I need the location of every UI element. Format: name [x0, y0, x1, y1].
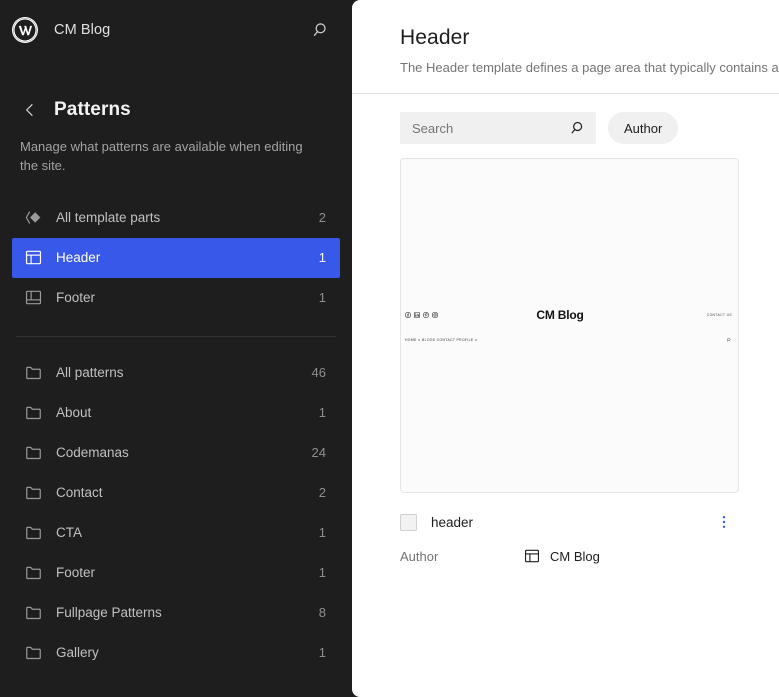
- preview-brand-title: CM Blog: [536, 308, 584, 322]
- sidebar-item-label: Gallery: [56, 645, 99, 661]
- layers-icon: [22, 207, 44, 229]
- sidebar-item-count: 24: [311, 445, 326, 461]
- sidebar-item-about[interactable]: About 1: [12, 393, 340, 433]
- folder-icon: [22, 362, 44, 384]
- sidebar-item-all-patterns[interactable]: All patterns 46: [12, 353, 340, 393]
- filters-bar: Author: [352, 94, 779, 158]
- sidebar-item-label: Footer: [56, 565, 96, 581]
- pattern-select-checkbox[interactable]: [400, 513, 417, 531]
- preview-nav-links: HOME ∨ BLOGS CONTACT PROFILE ∨: [405, 338, 478, 342]
- author-filter-button[interactable]: Author: [608, 112, 679, 144]
- pinterest-icon: [423, 312, 429, 318]
- sidebar-item-header[interactable]: Header 1: [12, 237, 340, 278]
- patterns-description: Manage what patterns are available when …: [20, 139, 303, 173]
- facebook-icon: [405, 312, 411, 318]
- sidebar-item-count: 1: [318, 565, 326, 581]
- main-content: Header The Header template defines a pag…: [352, 0, 779, 697]
- sidebar-divider: [16, 335, 336, 337]
- folder-icon: [22, 522, 44, 544]
- folder-icon: [22, 562, 44, 584]
- pattern-categories-list: All patterns 46 About 1 Codemanas 24 Con…: [0, 353, 352, 673]
- sidebar-item-cta[interactable]: CTA 1: [12, 513, 340, 553]
- sidebar-item-count: 8: [318, 605, 326, 621]
- sidebar-item-gallery[interactable]: Gallery 1: [12, 633, 340, 673]
- folder-icon: [22, 642, 44, 664]
- main-header: Header The Header template defines a pag…: [352, 0, 779, 93]
- sidebar-item-label: Footer: [56, 290, 96, 306]
- search-icon: [726, 337, 732, 343]
- header-layout-icon: [22, 247, 44, 269]
- sidebar-item-contact[interactable]: Contact 2: [12, 473, 340, 513]
- patterns-title: Patterns: [54, 99, 131, 120]
- sidebar-item-codemanas[interactable]: Codemanas 24: [12, 433, 340, 473]
- patterns-nav-header: Patterns: [0, 60, 352, 124]
- sidebar-site-bar: CM Blog: [0, 0, 352, 60]
- sidebar-item-footer[interactable]: Footer 1: [12, 278, 340, 318]
- author-name: CM Blog: [550, 548, 600, 564]
- patterns-grid: CM Blog CONTACT US HOME ∨ BLOGS CONTACT …: [352, 158, 779, 697]
- sidebar: CM Blog Patterns Manage what patterns ar…: [0, 0, 352, 697]
- preview-header-mockup: CM Blog CONTACT US HOME ∨ BLOGS CONTACT …: [401, 304, 738, 344]
- sidebar-item-label: All template parts: [56, 210, 161, 226]
- sidebar-item-count: 2: [318, 485, 326, 501]
- linkedin-icon: [414, 312, 420, 318]
- search-icon: [568, 118, 588, 138]
- template-parts-list: All template parts 2 Header 1 Footer 1: [0, 176, 352, 318]
- sidebar-item-count: 1: [318, 405, 326, 421]
- sidebar-item-fullpage-patterns[interactable]: Fullpage Patterns 8: [12, 593, 340, 633]
- preview-contact-link: CONTACT US: [706, 313, 732, 317]
- search-input[interactable]: [412, 120, 568, 136]
- sidebar-item-count: 46: [311, 365, 326, 381]
- folder-icon: [22, 602, 44, 624]
- more-vertical-icon[interactable]: [711, 509, 737, 535]
- sidebar-item-label: All patterns: [56, 365, 124, 381]
- preview-social-icons: [405, 312, 438, 318]
- sidebar-item-count: 1: [318, 645, 326, 661]
- page-title: Header: [400, 26, 470, 49]
- folder-icon: [22, 442, 44, 464]
- chevron-left-icon[interactable]: [16, 96, 44, 124]
- pattern-title: header: [431, 514, 474, 530]
- pattern-card-footer: header: [400, 493, 739, 537]
- author-value: CM Blog: [522, 547, 600, 566]
- sidebar-item-label: Contact: [56, 485, 103, 501]
- sidebar-item-label: About: [56, 405, 92, 421]
- sidebar-item-count: 2: [318, 210, 326, 226]
- wordpress-logo-icon[interactable]: [12, 17, 38, 43]
- sidebar-item-count: 1: [318, 290, 326, 306]
- folder-icon: [22, 402, 44, 424]
- site-editor-app: CM Blog Patterns Manage what patterns ar…: [0, 0, 779, 697]
- preview-nav-row: HOME ∨ BLOGS CONTACT PROFILE ∨: [401, 326, 738, 344]
- search-icon[interactable]: [306, 15, 336, 45]
- folder-icon: [22, 482, 44, 504]
- pattern-author-row: Author CM Blog: [400, 537, 739, 566]
- site-title: CM Blog: [54, 22, 111, 38]
- pattern-preview-thumbnail[interactable]: CM Blog CONTACT US HOME ∨ BLOGS CONTACT …: [400, 158, 739, 493]
- sidebar-item-all-template-parts[interactable]: All template parts 2: [12, 198, 340, 238]
- footer-layout-icon: [22, 287, 44, 309]
- preview-top-row: CM Blog CONTACT US: [401, 304, 738, 326]
- template-part-icon: [522, 547, 541, 566]
- sidebar-item-count: 1: [318, 250, 326, 266]
- sidebar-item-label: Codemanas: [56, 445, 129, 461]
- sidebar-item-count: 1: [318, 525, 326, 541]
- page-description: The Header template defines a page area …: [400, 60, 779, 75]
- sidebar-item-label: Header: [56, 250, 101, 266]
- sidebar-item-label: CTA: [56, 525, 82, 541]
- search-box[interactable]: [400, 112, 596, 144]
- sidebar-item-label: Fullpage Patterns: [56, 605, 162, 621]
- sidebar-item-footer-pattern[interactable]: Footer 1: [12, 553, 340, 593]
- pattern-card: CM Blog CONTACT US HOME ∨ BLOGS CONTACT …: [400, 158, 739, 566]
- author-label: Author: [400, 548, 439, 564]
